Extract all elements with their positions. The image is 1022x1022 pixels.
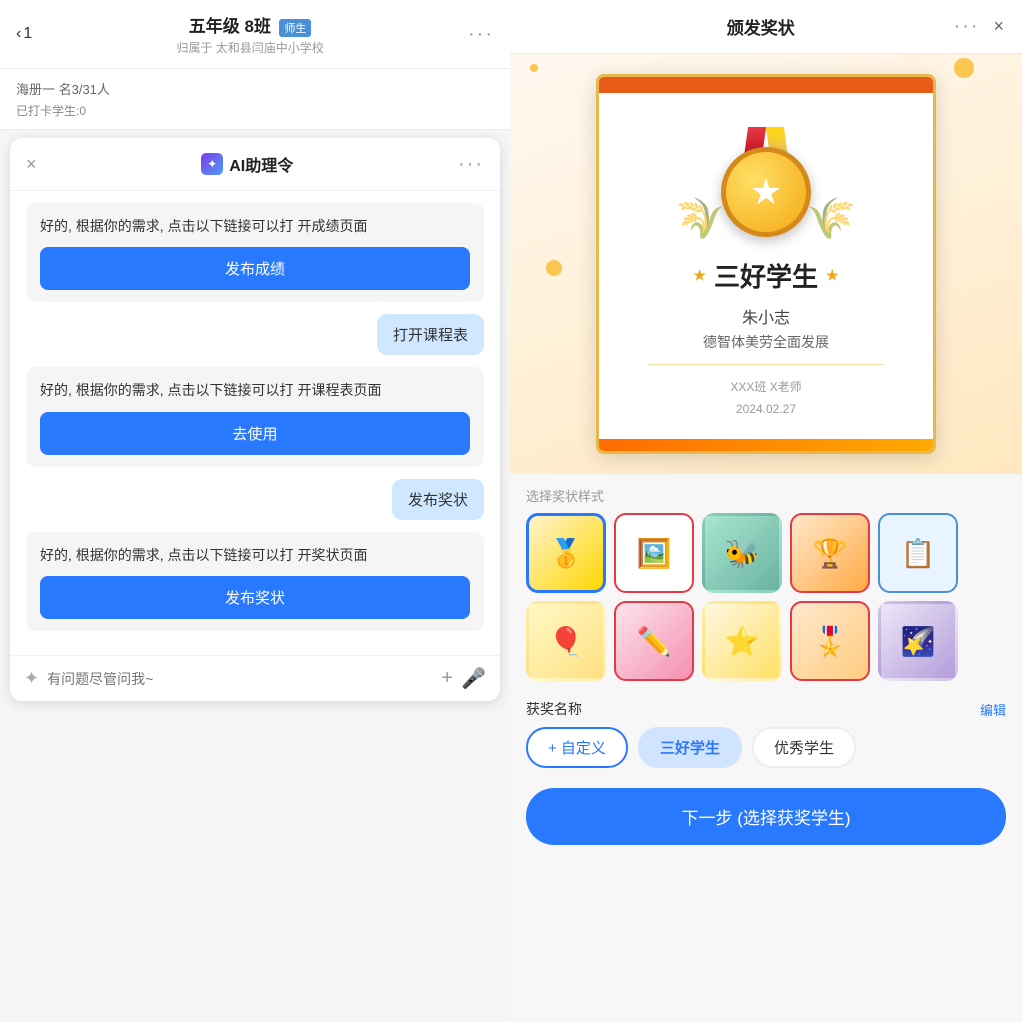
partial-text: 海册一 名3/31人 — [16, 79, 494, 98]
style-icon-frame-blue: 📋 — [880, 515, 956, 591]
back-count: 1 — [23, 25, 32, 43]
style-icon-stars: ⭐ — [705, 604, 779, 678]
chevron-left-icon: ‹ — [16, 25, 21, 43]
style-icon-pencil: ✏️ — [616, 603, 692, 679]
back-button[interactable]: ‹ 1 — [16, 25, 32, 43]
style-item-medal[interactable]: 🥇 — [526, 513, 606, 593]
cert-description: 德智体美劳全面发展 — [703, 332, 829, 352]
style-icon-medal: 🥇 — [529, 516, 603, 590]
cert-teacher-info: XXX班 X老师 2024.02.27 — [730, 377, 801, 420]
next-step-button[interactable]: 下一步 (选择获奖学生) — [526, 788, 1006, 845]
ai-close-button[interactable]: × — [26, 154, 37, 175]
header-more-button[interactable]: ··· — [468, 23, 494, 46]
style-item-stars[interactable]: ⭐ — [702, 601, 782, 681]
style-label: 选择奖状样式 — [526, 486, 1006, 505]
style-icon-trophy: 🏆 — [792, 515, 868, 591]
cert-divider — [648, 364, 883, 365]
medal-container: ★ 🌾 🌾 — [721, 127, 811, 237]
right-more-button[interactable]: ··· — [954, 15, 980, 38]
style-item-bee[interactable]: 🐝 — [702, 513, 782, 593]
bot-text-1: 好的, 根据你的需求, 点击以下链接可以打 开成绩页面 — [40, 215, 470, 237]
publish-award-button[interactable]: 发布奖状 — [40, 576, 470, 619]
style-icon-bee: 🐝 — [705, 516, 779, 590]
cert-top-bar — [599, 77, 933, 93]
award-chip-+ 自定义[interactable]: + 自定义 — [526, 727, 628, 768]
ai-icon: ✦ — [201, 153, 223, 175]
style-item-frame-red[interactable]: 🖼️ — [614, 513, 694, 593]
user-bubble-2: 发布奖状 — [392, 479, 484, 520]
ai-title-row: ✦ AI助理令 — [201, 152, 293, 176]
award-name-label: 获奖名称 — [526, 699, 582, 719]
style-item-trophy[interactable]: 🏆 — [790, 513, 870, 593]
style-grid: 🥇🖼️🐝🏆📋 🎈✏️⭐🎖️🌠 — [526, 513, 1006, 681]
header-left: ‹ 1 — [16, 25, 32, 43]
partial-content: 海册一 名3/31人 已打卡学生:0 — [0, 69, 510, 130]
plus-icon[interactable]: + — [441, 667, 453, 690]
style-item-pencil[interactable]: ✏️ — [614, 601, 694, 681]
style-icon-ribbon: 🎖️ — [792, 603, 868, 679]
class-info-center: 五年级 8班 师生 归属于 太和县闫庙中小学校 — [176, 12, 323, 56]
cert-preview-area: ★ 🌾 🌾 ★ 三好学生 ★ 朱小志 德智体美劳全面发展 XXX班 X老师 20… — [510, 54, 1022, 474]
user-bubble-1: 打开课程表 — [377, 314, 484, 355]
mic-icon[interactable]: 🎤 — [461, 666, 486, 691]
award-chip-优秀学生[interactable]: 优秀学生 — [752, 727, 856, 768]
style-item-comet[interactable]: 🌠 — [878, 601, 958, 681]
ai-input-field[interactable] — [47, 671, 433, 687]
ai-body: 好的, 根据你的需求, 点击以下链接可以打 开成绩页面 发布成绩 打开课程表 好… — [10, 191, 500, 655]
style-icon-frame-red: 🖼️ — [616, 515, 692, 591]
publish-grades-button[interactable]: 发布成绩 — [40, 247, 470, 290]
cert-bottom-bar — [599, 439, 933, 451]
checkin-info: 已打卡学生:0 — [16, 102, 494, 119]
style-section: 选择奖状样式 🥇🖼️🐝🏆📋 🎈✏️⭐🎖️🌠 — [510, 474, 1022, 689]
right-header: 颁发奖状 ··· × — [510, 0, 1022, 54]
star-icon: ★ — [750, 171, 782, 213]
cert-award-name: ★ 三好学生 ★ — [693, 257, 838, 294]
ai-panel: × ✦ AI助理令 ··· 好的, 根据你的需求, 点击以下链接可以打 开成绩页… — [10, 138, 500, 701]
right-panel: 颁发奖状 ··· × ★ 🌾 🌾 ★ 三好学生 ★ 朱小志 — [510, 0, 1022, 1022]
right-panel-title: 颁发奖状 — [727, 14, 795, 39]
style-item-frame-blue[interactable]: 📋 — [878, 513, 958, 593]
bot-text-3: 好的, 根据你的需求, 点击以下链接可以打 开奖状页面 — [40, 544, 470, 566]
award-chip-三好学生[interactable]: 三好学生 — [638, 727, 742, 768]
edit-button[interactable]: 编辑 — [980, 700, 1006, 719]
user-message-1: 打开课程表 — [26, 314, 484, 355]
style-icon-balloon: 🎈 — [529, 604, 603, 678]
style-icon-comet: 🌠 — [881, 604, 955, 678]
class-title-row: 五年级 8班 师生 — [176, 12, 323, 37]
bot-text-2: 好的, 根据你的需求, 点击以下链接可以打 开课程表页面 — [40, 379, 470, 401]
wheat-right-icon: 🌾 — [806, 195, 856, 242]
user-message-2: 发布奖状 — [26, 479, 484, 520]
left-panel: ‹ 1 五年级 8班 师生 归属于 太和县闫庙中小学校 ··· 海册一 名3/3… — [0, 0, 510, 1022]
wheat-left-icon: 🌾 — [676, 195, 726, 242]
award-name-row: 获奖名称 编辑 — [526, 699, 1006, 719]
right-header-actions: ··· × — [954, 15, 1005, 38]
ai-input-bar: ✦ + 🎤 — [10, 655, 500, 701]
class-subtitle: 归属于 太和县闫庙中小学校 — [176, 39, 323, 56]
bot-message-3: 好的, 根据你的需求, 点击以下链接可以打 开奖状页面 发布奖状 — [26, 532, 484, 631]
teacher-badge: 师生 — [279, 19, 311, 37]
ai-header: × ✦ AI助理令 ··· — [10, 138, 500, 191]
medal-circle: ★ 🌾 🌾 — [721, 147, 811, 237]
sparkle-icon: ✦ — [24, 668, 39, 689]
award-chips: + 自定义三好学生优秀学生 — [526, 727, 1006, 768]
cert-student-name: 朱小志 — [742, 304, 790, 328]
bot-message-1: 好的, 根据你的需求, 点击以下链接可以打 开成绩页面 发布成绩 — [26, 203, 484, 302]
style-item-balloon[interactable]: 🎈 — [526, 601, 606, 681]
bot-message-2: 好的, 根据你的需求, 点击以下链接可以打 开课程表页面 去使用 — [26, 367, 484, 466]
award-name-section: 获奖名称 编辑 + 自定义三好学生优秀学生 — [510, 689, 1022, 776]
class-title: 五年级 8班 — [189, 17, 271, 36]
class-header: ‹ 1 五年级 8班 师生 归属于 太和县闫庙中小学校 ··· — [0, 0, 510, 69]
style-item-ribbon[interactable]: 🎖️ — [790, 601, 870, 681]
go-use-button[interactable]: 去使用 — [40, 412, 470, 455]
ai-title: AI助理令 — [229, 152, 293, 176]
cert-card: ★ 🌾 🌾 ★ 三好学生 ★ 朱小志 德智体美劳全面发展 XXX班 X老师 20… — [596, 74, 936, 454]
ai-more-button[interactable]: ··· — [458, 153, 484, 176]
right-close-button[interactable]: × — [993, 16, 1004, 37]
